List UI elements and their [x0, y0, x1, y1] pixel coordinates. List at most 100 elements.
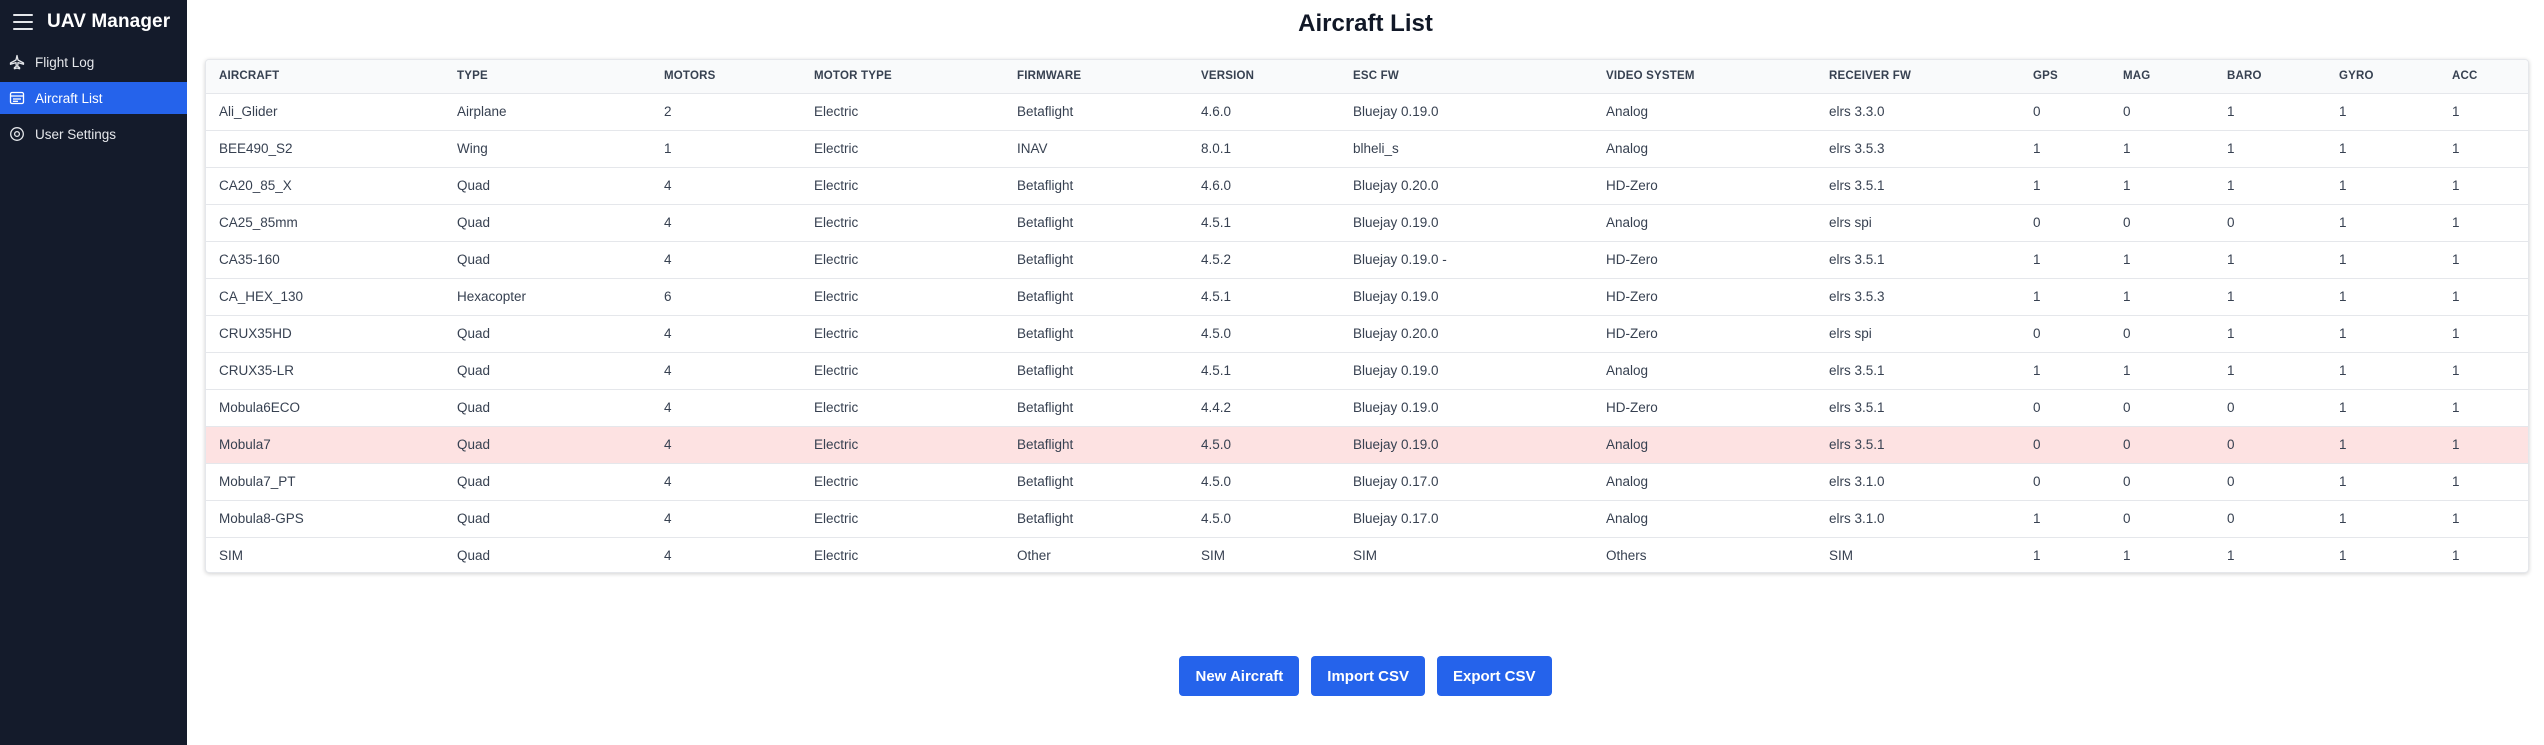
table-row[interactable]: CA20_85_X Quad 4 Electric Betaflight 4.6.0 Blu…: [206, 167, 2528, 204]
table-cell: Quad: [457, 548, 491, 564]
table-cell: Bluejay 0.19.0: [1353, 400, 1439, 415]
table-cell: 1: [2339, 400, 2347, 415]
table-cell: Electric: [814, 215, 859, 230]
table-cell: Electric: [814, 289, 859, 304]
table-cell: Electric: [814, 548, 859, 564]
sidebar-item-aircraft-list[interactable]: Aircraft List: [0, 82, 187, 114]
table-cell: blheli_s: [1353, 141, 1399, 156]
table-cell: 4.5.0: [1201, 326, 1232, 341]
table-row[interactable]: BEE490_S2 Wing 1 Electric INAV 8.0.1 blheli_s A…: [206, 130, 2528, 167]
table-cell: Electric: [814, 400, 859, 415]
column-header-firmware[interactable]: FIRMWARE: [1004, 60, 1188, 94]
import-csv-button[interactable]: Import CSV: [1311, 656, 1425, 696]
column-header-motor-type[interactable]: MOTOR TYPE: [801, 60, 1004, 94]
table-cell: Bluejay 0.17.0: [1353, 474, 1439, 489]
table-cell: 1: [2227, 548, 2235, 564]
table-cell: 8.0.1: [1201, 141, 1232, 156]
sidebar-item-label: Aircraft List: [35, 90, 103, 106]
table-cell: 1: [2452, 363, 2460, 378]
table-cell: 4.5.0: [1201, 474, 1232, 489]
table-row[interactable]: Mobula6ECO Quad 4 Electric Betaflight 4.4.2 Bl…: [206, 389, 2528, 426]
table-cell: Quad: [457, 474, 491, 489]
table-cell: elrs 3.5.1: [1829, 437, 1885, 452]
table-cell: elrs 3.1.0: [1829, 511, 1885, 526]
column-header-baro[interactable]: BARO: [2214, 60, 2326, 94]
column-header-mag[interactable]: MAG: [2110, 60, 2214, 94]
table-cell: Bluejay 0.20.0: [1353, 326, 1439, 341]
column-header-gps[interactable]: GPS: [2020, 60, 2110, 94]
table-row[interactable]: SIM Quad 4 Electric Other SIM SIM Others SIM 1 1 1 1…: [206, 537, 2528, 572]
table-cell: SIM: [1201, 548, 1226, 564]
hamburger-menu-icon[interactable]: [13, 14, 33, 30]
table-row[interactable]: CA_HEX_130 Hexacopter 6 Electric Betaflight 4…: [206, 278, 2528, 315]
table-row[interactable]: CRUX35HD Quad 4 Electric Betaflight 4.5.0 Blue…: [206, 315, 2528, 352]
table-cell: 0: [2227, 437, 2235, 452]
table-cell: Analog: [1606, 511, 1649, 526]
table-cell: SIM: [1353, 548, 1378, 564]
column-header-version[interactable]: VERSION: [1188, 60, 1340, 94]
sidebar-item-user-settings[interactable]: User Settings: [0, 118, 187, 150]
table-cell: Quad: [457, 252, 491, 267]
table-row[interactable]: Mobula7_PT Quad 4 Electric Betaflight 4.5.0 Bl…: [206, 463, 2528, 500]
table-cell: 1: [2452, 141, 2460, 156]
column-header-gyro[interactable]: GYRO: [2326, 60, 2439, 94]
table-cell: 1: [2339, 511, 2347, 526]
column-header-aircraft[interactable]: AIRCRAFT: [206, 60, 444, 94]
table-cell: Betaflight: [1017, 178, 1074, 193]
table-cell: 4.6.0: [1201, 178, 1232, 193]
table-cell: INAV: [1017, 141, 1048, 156]
table-row[interactable]: Ali_Glider Airplane 2 Electric Betaflight 4.6…: [206, 93, 2528, 130]
table-cell: CA35-160: [219, 252, 280, 267]
table-cell: 1: [2123, 141, 2131, 156]
table-cell: 2: [664, 104, 672, 119]
table-cell: elrs 3.3.0: [1829, 104, 1885, 119]
table-row[interactable]: Mobula7 Quad 4 Electric Betaflight 4.5.0 Bluej…: [206, 426, 2528, 463]
export-csv-button[interactable]: Export CSV: [1436, 656, 1552, 696]
table-cell: 0: [2123, 400, 2131, 415]
table-cell: 0: [2123, 474, 2131, 489]
column-header-motors[interactable]: MOTORS: [651, 60, 801, 94]
table-cell: 4.5.2: [1201, 252, 1232, 267]
table-cell: elrs spi: [1829, 215, 1872, 230]
table-cell: 0: [2033, 104, 2041, 119]
table-cell: Bluejay 0.19.0: [1353, 363, 1439, 378]
table-cell: 4: [664, 400, 672, 415]
table-row[interactable]: CRUX35-LR Quad 4 Electric Betaflight 4.5.1 Blu…: [206, 352, 2528, 389]
column-header-video-system[interactable]: VIDEO SYSTEM: [1593, 60, 1816, 94]
table-cell: 4.5.1: [1201, 363, 1232, 378]
table-cell: Wing: [457, 141, 488, 156]
aircraft-table: AIRCRAFT TYPE MOTORS MOTOR TYPE FIRMWARE…: [206, 60, 2528, 572]
new-aircraft-button[interactable]: New Aircraft: [1179, 656, 1300, 696]
table-row[interactable]: CA25_85mm Quad 4 Electric Betaflight 4.5.1 Blu…: [206, 204, 2528, 241]
table-cell: 1: [2339, 363, 2347, 378]
table-row[interactable]: CA35-160 Quad 4 Electric Betaflight 4.5.2 Blue…: [206, 241, 2528, 278]
table-cell: 1: [2033, 141, 2041, 156]
column-header-acc[interactable]: ACC: [2439, 60, 2528, 94]
table-cell: 4: [664, 511, 672, 526]
table-cell: Betaflight: [1017, 400, 1074, 415]
table-cell: CRUX35-LR: [219, 363, 295, 378]
table-cell: Mobula7: [219, 437, 271, 452]
table-cell: 1: [2339, 289, 2347, 304]
table-cell: CA25_85mm: [219, 215, 298, 230]
table-cell: Bluejay 0.19.0 -: [1353, 252, 1447, 267]
table-row[interactable]: Mobula8-GPS Quad 4 Electric Betaflight 4.5.0 B…: [206, 500, 2528, 537]
table-cell: Others: [1606, 548, 1647, 564]
table-cell: 1: [2227, 326, 2235, 341]
table-cell: 1: [2033, 178, 2041, 193]
main-content: Aircraft List AIRCRAFT TYPE MOTORS MOTOR…: [187, 0, 2544, 745]
table-cell: 1: [2227, 289, 2235, 304]
table-cell: 0: [2123, 215, 2131, 230]
table-cell: 1: [2033, 289, 2041, 304]
sidebar-item-flight-log[interactable]: Flight Log: [0, 46, 187, 78]
table-cell: 0: [2227, 400, 2235, 415]
column-header-type[interactable]: TYPE: [444, 60, 651, 94]
table-cell: Other: [1017, 548, 1051, 564]
column-header-esc-fw[interactable]: ESC FW: [1340, 60, 1593, 94]
table-cell: 1: [2452, 474, 2460, 489]
table-cell: 4: [664, 252, 672, 267]
table-cell: 1: [2452, 252, 2460, 267]
column-header-receiver-fw[interactable]: RECEIVER FW: [1816, 60, 2020, 94]
table-cell: 0: [2033, 400, 2041, 415]
table-cell: 1: [2339, 437, 2347, 452]
